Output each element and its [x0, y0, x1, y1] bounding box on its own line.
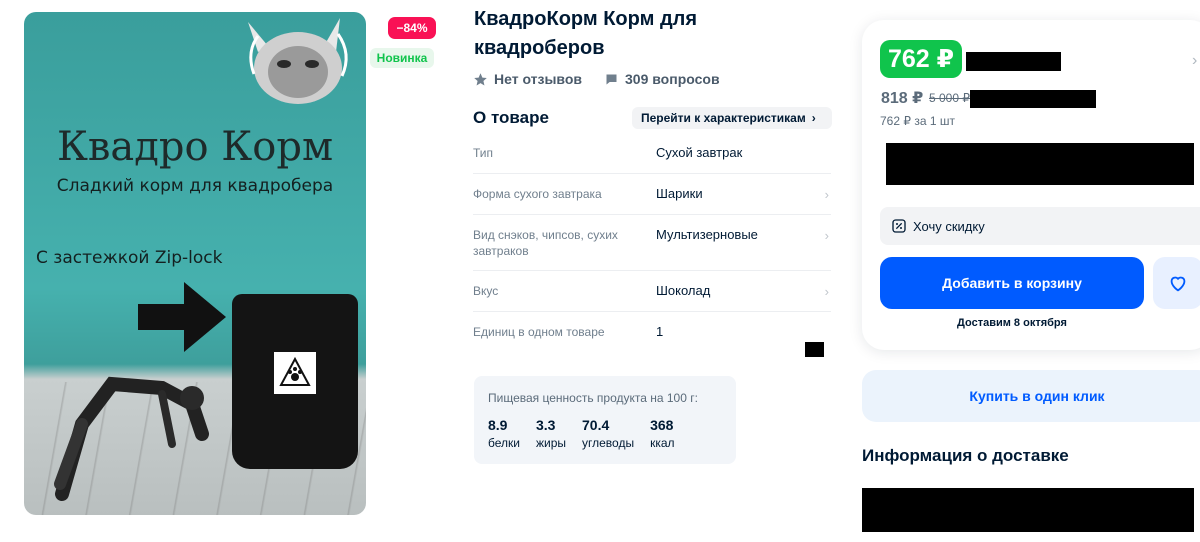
delivery-info-title: Информация о доставке: [862, 446, 1069, 465]
spec-value: Шарики: [656, 186, 703, 201]
spec-key: Вид снэков, чипсов, сухих завтраков: [473, 228, 618, 258]
nutrition-value: 368: [650, 417, 674, 433]
favorite-button[interactable]: [1153, 257, 1200, 309]
nutrition-item: 8.9 белки: [488, 417, 520, 450]
spec-key: Форма сухого завтрака: [473, 187, 602, 201]
spec-value: Мультизерновые: [656, 227, 758, 242]
chevron-right-icon: ›: [824, 284, 829, 299]
nutrition-item: 368 ккал: [650, 417, 674, 450]
spec-key: Тип: [473, 146, 494, 160]
nutrition-unit: ккал: [650, 436, 675, 450]
nutrition-value: 8.9: [488, 417, 508, 433]
nutrition-unit: белки: [488, 436, 520, 450]
image-title-text: Квадро Корм: [56, 124, 334, 170]
chevron-right-icon[interactable]: ›: [1192, 52, 1197, 70]
chevron-right-icon: ›: [811, 111, 816, 125]
redacted-block: [862, 488, 1194, 532]
product-title: КвадроКорм Корм для квадроберов: [474, 8, 698, 59]
questions-icon: [606, 74, 617, 84]
product-image[interactable]: Квадро Корм Сладкий корм для квадробера …: [24, 12, 366, 515]
reviews-link[interactable]: Нет отзывов: [494, 71, 582, 87]
spec-key: Вкус: [473, 284, 499, 298]
add-to-cart-button[interactable]: Добавить в корзину: [880, 257, 1144, 309]
cat-mask-illustration: [248, 18, 348, 104]
chevron-right-icon: ›: [824, 228, 829, 243]
discount-badge: −84%: [388, 17, 436, 39]
want-discount-label: Хочу скидку: [913, 218, 985, 234]
buy-one-click-button[interactable]: Купить в один клик: [862, 370, 1200, 422]
spec-key: Единиц в одном товаре: [473, 325, 605, 339]
nutrition-label: Пищевая ценность продукта на 100 г:: [488, 391, 698, 405]
spec-value: Шоколад: [656, 283, 711, 298]
about-section-title: О товаре: [473, 108, 549, 127]
nutrition-unit: жиры: [535, 436, 566, 450]
redacted-block: [805, 342, 824, 357]
image-subtitle-text: Сладкий корм для квадробера: [56, 176, 334, 196]
nutrition-unit: углеводы: [582, 436, 635, 450]
quadrober-person-illustration: [54, 376, 209, 501]
star-icon: [474, 72, 487, 85]
go-to-specs-label: Перейти к характеристикам: [641, 111, 806, 125]
redacted-block: [970, 90, 1096, 108]
questions-link[interactable]: 309 вопросов: [625, 71, 720, 87]
delivery-date: Доставим 8 октября: [957, 317, 1067, 329]
want-discount-button[interactable]: Хочу скидку: [880, 207, 1200, 245]
spec-row[interactable]: Вкус Шоколад ›: [473, 271, 831, 312]
arrow-right-icon: [138, 282, 226, 352]
spec-row[interactable]: Вид снэков, чипсов, сухих завтраков Муль…: [473, 215, 831, 271]
spec-value: Сухой завтрак: [656, 145, 743, 160]
image-ziplock-text: С застежкой Zip-lock: [36, 248, 223, 268]
nutrition-value: 70.4: [582, 417, 610, 433]
strikethrough-price: 5 000 ₽: [929, 91, 970, 105]
price-per-unit: 762 ₽ за 1 шт: [880, 114, 955, 128]
nutrition-panel: Пищевая ценность продукта на 100 г: 8.9 …: [474, 376, 736, 464]
chevron-right-icon: ›: [824, 187, 829, 202]
redacted-block: [966, 52, 1061, 71]
price-badge[interactable]: 762 ₽: [880, 40, 963, 78]
product-bag-illustration: [232, 294, 358, 469]
discount-tag-icon: [892, 219, 906, 233]
heart-icon: [1170, 276, 1186, 292]
spec-row: Тип Сухой завтрак: [473, 133, 831, 174]
product-meta: Нет отзывов 309 вопросов: [473, 71, 720, 87]
price-without-card: 818 ₽: [881, 90, 924, 107]
paw-logo-icon: [274, 352, 316, 394]
nutrition-item: 70.4 углеводы: [582, 417, 634, 450]
nutrition-item: 3.3 жиры: [536, 417, 566, 450]
new-badge: Новинка: [370, 48, 434, 68]
redacted-block: [886, 143, 1194, 185]
specs-list: Тип Сухой завтрак Форма сухого завтрака …: [473, 133, 831, 353]
spec-row: Единиц в одном товаре 1: [473, 312, 831, 353]
go-to-specs-button[interactable]: Перейти к характеристикам ›: [632, 107, 832, 129]
spec-row[interactable]: Форма сухого завтрака Шарики ›: [473, 174, 831, 215]
nutrition-value: 3.3: [535, 417, 556, 433]
